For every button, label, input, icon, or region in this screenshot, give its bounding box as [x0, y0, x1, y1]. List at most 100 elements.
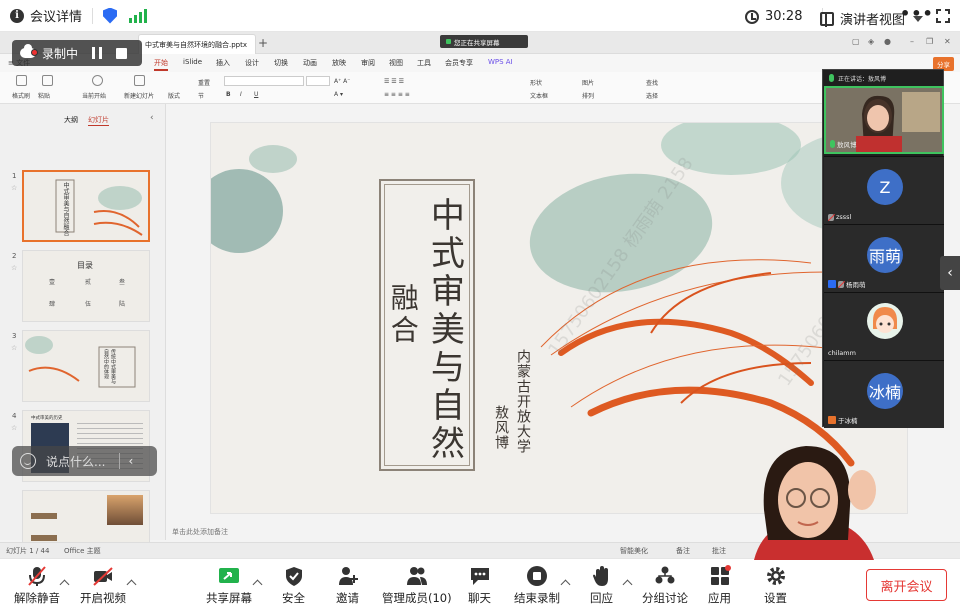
breakout-button[interactable]: 分组讨论 — [642, 565, 688, 607]
tab-transition[interactable]: 切换 — [274, 58, 288, 68]
chat-quick-input[interactable]: 说点什么... ‹ — [12, 446, 157, 476]
align-icon[interactable]: ≡ ≡ ≡ ≡ — [384, 91, 410, 98]
document-tab[interactable]: 中式审美与自然环境的融合.pptx — [138, 34, 256, 54]
presenter-video[interactable] — [724, 410, 900, 560]
members-icon — [406, 565, 428, 587]
font-color-icon[interactable]: A ▾ — [334, 91, 343, 98]
manage-members-button[interactable]: 管理成员(10) — [382, 565, 452, 607]
chevron-left-icon[interactable]: ‹ — [940, 256, 960, 290]
participant-tile[interactable]: 敖风博 — [824, 86, 944, 154]
chevron-up-icon[interactable] — [59, 579, 70, 590]
emoji-icon[interactable] — [20, 453, 36, 469]
leave-meeting-button[interactable]: 离开会议 — [866, 569, 947, 601]
new-slide-icon[interactable] — [134, 75, 145, 86]
pause-icon[interactable] — [92, 47, 103, 59]
tab-review[interactable]: 审阅 — [361, 58, 375, 68]
unmute-label: 解除静音 — [14, 591, 60, 605]
restore-icon[interactable]: ❐ — [926, 37, 933, 46]
participant-tile[interactable]: chilamm — [824, 292, 944, 360]
shape-label[interactable]: 形状 — [530, 78, 542, 87]
settings-button[interactable]: 设置 — [764, 565, 787, 607]
minimize-icon[interactable]: – — [910, 37, 914, 46]
star-icon[interactable]: ☆ — [11, 344, 17, 352]
tab-slideshow[interactable]: 放映 — [332, 58, 346, 68]
tab-tools[interactable]: 工具 — [417, 58, 431, 68]
chat-placeholder[interactable]: 说点什么... — [46, 453, 105, 470]
star-icon[interactable]: ☆ — [11, 424, 17, 432]
tab-wps-ai[interactable]: WPS AI — [488, 58, 513, 66]
info-icon[interactable]: i — [10, 8, 24, 23]
slide-thumbnail[interactable]: 目录 壹 贰 叁 肆 伍 陆 — [22, 250, 150, 322]
screen-share-banner[interactable]: 您正在共享屏幕 — [440, 35, 528, 48]
stop-icon[interactable] — [116, 47, 128, 59]
chevron-left-icon[interactable]: ‹ — [150, 113, 154, 123]
window-icon[interactable]: ▢ — [852, 37, 860, 46]
participant-tile[interactable]: 冰楠 于冰楠 — [824, 360, 944, 428]
tab-design[interactable]: 设计 — [245, 58, 259, 68]
section-label[interactable]: 节 — [198, 91, 204, 100]
tab-slides[interactable]: 幻灯片 — [88, 115, 109, 126]
shield-check-icon[interactable] — [103, 7, 118, 24]
apps-button[interactable]: 应用 — [708, 565, 731, 607]
unmute-button[interactable]: 解除静音 — [14, 565, 60, 607]
font-grow-icon[interactable]: A⁺ A⁻ — [334, 78, 350, 85]
tab-member[interactable]: 会员专享 — [445, 58, 473, 68]
play-from-current-icon[interactable] — [92, 75, 103, 86]
chevron-up-icon[interactable] — [622, 579, 633, 590]
network-signal-icon[interactable] — [129, 8, 148, 23]
tab-home[interactable]: 开始 — [154, 58, 168, 71]
fullscreen-icon[interactable] — [936, 9, 950, 23]
cube-icon[interactable]: ◈ — [868, 37, 874, 46]
chevron-up-icon[interactable] — [126, 579, 137, 590]
select-label[interactable]: 选择 — [646, 91, 658, 100]
paste-icon[interactable] — [42, 75, 53, 86]
find-label[interactable]: 查找 — [646, 78, 658, 87]
tab-view[interactable]: 视图 — [389, 58, 403, 68]
share-screen-button[interactable]: 共享屏幕 — [206, 565, 252, 607]
bullets-icon[interactable]: ☰ ☰ ☰ — [384, 78, 404, 85]
chat-button[interactable]: 聊天 — [468, 565, 491, 607]
tab-insert[interactable]: 插入 — [216, 58, 230, 68]
more-icon[interactable]: ••• — [900, 4, 934, 23]
invite-button[interactable]: 邀请 — [336, 565, 359, 607]
font-family-select[interactable] — [224, 76, 304, 86]
mic-muted-icon — [838, 280, 844, 288]
participant-tile[interactable]: 雨萌 杨雨萌 — [824, 224, 944, 292]
start-video-button[interactable]: 开启视频 — [80, 565, 126, 607]
participant-tile[interactable]: Z zsssl — [824, 156, 944, 224]
ribbon: 格式刷 粘贴 当前开始 新建幻灯片 版式 重置 节 B I U A⁺ A⁻ A … — [0, 72, 960, 104]
textbox-label[interactable]: 文本框 — [530, 91, 548, 100]
layout-label[interactable]: 版式 — [168, 91, 180, 100]
raise-hand-icon — [591, 565, 613, 587]
security-button[interactable]: 安全 — [282, 565, 305, 607]
slide-thumbnail[interactable]: 中式审美与自然融合 — [22, 170, 150, 242]
notes-button[interactable]: 备注 — [676, 546, 690, 556]
bold-icon[interactable]: B — [226, 91, 231, 98]
reactions-button[interactable]: 回应 — [590, 565, 613, 607]
chevron-left-icon[interactable]: ‹ — [128, 454, 133, 468]
tab-islide[interactable]: iSlide — [183, 58, 202, 66]
chevron-up-icon[interactable] — [560, 579, 571, 590]
italic-icon[interactable]: I — [240, 91, 242, 98]
beautify-button[interactable]: 智能美化 — [620, 546, 648, 556]
tab-outline[interactable]: 大纲 — [64, 115, 78, 126]
font-size-select[interactable] — [306, 76, 330, 86]
chevron-up-icon[interactable] — [252, 579, 263, 590]
new-tab-icon[interactable]: + — [258, 36, 268, 50]
slide-thumbnail[interactable]: 传统中式审美与自然中的体现 — [22, 330, 150, 402]
arrange-label[interactable]: 排列 — [582, 91, 594, 100]
notes-placeholder[interactable]: 单击此处添加备注 — [172, 528, 228, 536]
slide-thumbnail[interactable] — [22, 490, 150, 550]
avatar-icon[interactable]: ● — [884, 37, 891, 46]
format-painter-icon[interactable] — [16, 75, 27, 86]
star-icon[interactable]: ☆ — [11, 184, 17, 192]
stop-recording-button[interactable]: 结束录制 — [514, 565, 560, 607]
underline-icon[interactable]: U — [254, 91, 258, 98]
tab-animation[interactable]: 动画 — [303, 58, 317, 68]
close-icon[interactable]: ✕ — [944, 37, 951, 46]
star-icon[interactable]: ☆ — [11, 264, 17, 272]
reset-label[interactable]: 重置 — [198, 78, 210, 87]
meeting-details-title[interactable]: 会议详情 — [30, 6, 82, 25]
recording-indicator[interactable]: 录制中 — [12, 40, 142, 66]
picture-label[interactable]: 图片 — [582, 78, 594, 87]
